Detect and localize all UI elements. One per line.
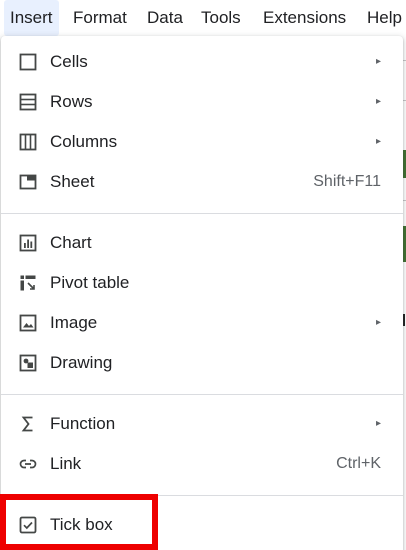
menu-item-label: Image: [50, 313, 98, 332]
columns-icon: [19, 133, 37, 151]
chart-icon: [19, 234, 37, 252]
menu-item-label: Chart: [50, 233, 92, 252]
menu-separator: [1, 213, 403, 214]
menu-item-label: Pivot table: [50, 273, 130, 292]
menu-item-sheet[interactable]: Sheet Shift+F11: [1, 162, 403, 202]
menu-item-label: Cells: [50, 52, 88, 71]
menu-item-label: Sheet: [50, 172, 95, 191]
menu-item-columns[interactable]: Columns ▸: [1, 122, 403, 162]
menu-item-label: Columns: [50, 132, 118, 151]
menu-item-label: Rows: [50, 92, 93, 111]
menu-item-cells[interactable]: Cells ▸: [1, 42, 403, 82]
drawing-icon: [19, 354, 37, 372]
rows-icon: [19, 93, 37, 111]
shortcut-label: Ctrl+K: [336, 455, 381, 472]
pivot-table-icon: [19, 274, 37, 292]
menu-item-label: Link: [50, 454, 82, 473]
menu-extensions[interactable]: Extensions: [263, 0, 346, 36]
chevron-right-icon: ▸: [375, 96, 381, 107]
menu-item-image[interactable]: Image ▸: [1, 303, 403, 343]
menu-item-label: Function: [50, 414, 116, 433]
menu-item-link[interactable]: Link Ctrl+K: [1, 444, 403, 484]
insert-dropdown-menu: Cells ▸ Rows ▸ Columns ▸ Sheet Shift+F11…: [1, 36, 403, 550]
chevron-right-icon: ▸: [375, 418, 381, 429]
sheet-icon: [19, 173, 37, 191]
highlight-annotation: [0, 494, 158, 550]
shortcut-label: Shift+F11: [313, 173, 381, 190]
cells-icon: [19, 53, 37, 71]
menu-insert[interactable]: Insert: [4, 0, 59, 36]
menu-item-chart[interactable]: Chart: [1, 223, 403, 263]
menu-item-drawing[interactable]: Drawing: [1, 343, 403, 383]
menu-item-rows[interactable]: Rows ▸: [1, 82, 403, 122]
menu-bar: Insert Format Data Tools Extensions Help: [0, 0, 406, 36]
menu-data[interactable]: Data: [147, 0, 183, 36]
chevron-right-icon: ▸: [375, 317, 381, 328]
menu-help[interactable]: Help: [367, 0, 402, 36]
link-icon: [19, 455, 37, 473]
menu-item-label: Drawing: [50, 353, 113, 372]
menu-format[interactable]: Format: [73, 0, 127, 36]
image-icon: [19, 314, 37, 332]
sigma-icon: [19, 415, 37, 433]
chevron-right-icon: ▸: [375, 136, 381, 147]
menu-separator: [1, 394, 403, 395]
chevron-right-icon: ▸: [375, 56, 381, 67]
menu-item-pivot-table[interactable]: Pivot table: [1, 263, 403, 303]
menu-item-function[interactable]: Function ▸: [1, 404, 403, 444]
menu-tools[interactable]: Tools: [201, 0, 241, 36]
